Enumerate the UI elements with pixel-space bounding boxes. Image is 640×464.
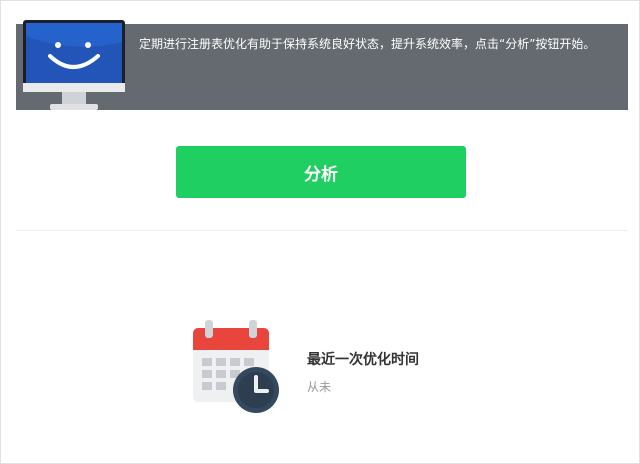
last-optimization-value: 从未: [307, 380, 332, 394]
smiley-monitor-icon: [23, 20, 125, 110]
banner-message: 定期进行注册表优化有助于保持系统良好状态，提升系统效率，点击“分析”按钮开始。: [139, 37, 596, 51]
section-divider: [16, 230, 628, 231]
analyze-button[interactable]: 分析: [176, 146, 466, 198]
registry-optimizer-page: 定期进行注册表优化有助于保持系统良好状态，提升系统效率，点击“分析”按钮开始。 …: [0, 0, 640, 464]
last-optimization-label: 最近一次优化时间: [307, 352, 419, 368]
calendar-clock-icon: [193, 320, 279, 413]
